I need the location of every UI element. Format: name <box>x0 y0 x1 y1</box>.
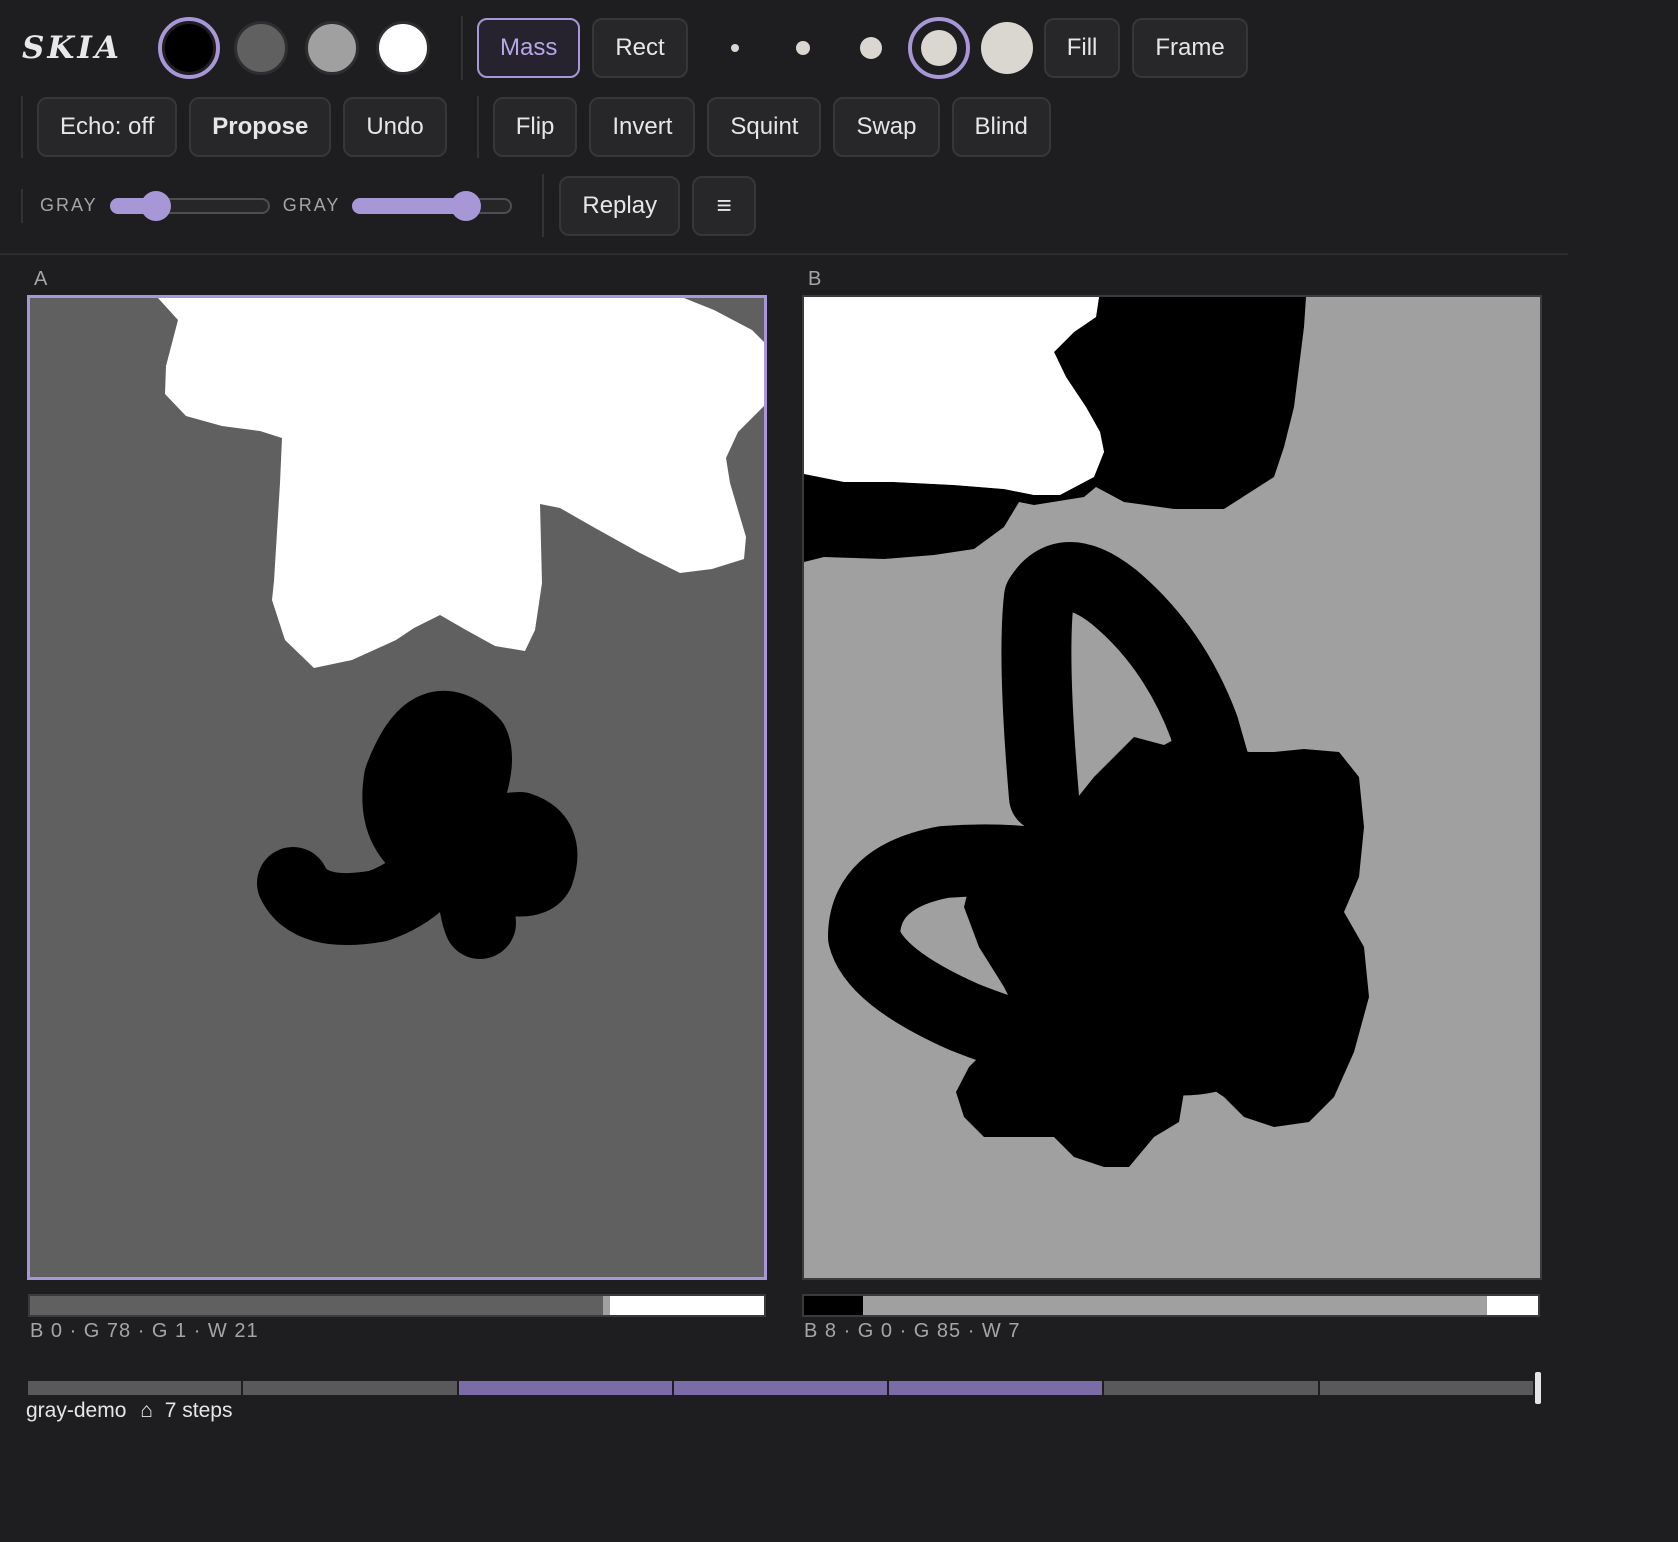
bar-segment-light-gray <box>602 1296 610 1315</box>
gray-slider-2[interactable] <box>352 190 513 221</box>
brush-dot-icon <box>795 41 810 55</box>
frame-button[interactable]: Frame <box>1132 18 1248 78</box>
undo-button[interactable]: Undo <box>343 97 447 157</box>
swatch-white[interactable] <box>376 21 430 75</box>
panel-b-stats: B 8 · G 0 · G 85 · W 7 <box>804 1320 1021 1342</box>
toolbar-divider <box>21 96 23 158</box>
panel-b-label: B <box>808 268 822 290</box>
slider-2-label: GRAY <box>282 195 341 215</box>
menu-button[interactable]: ≡ <box>692 175 757 236</box>
canvas-b[interactable] <box>802 295 1542 1280</box>
toolbar-divider <box>542 174 545 237</box>
panel-a-label: A <box>34 268 48 290</box>
toolbar: SKIA Mass Rect Fill Frame Echo: off Prop… <box>0 0 1568 255</box>
slider-fill <box>352 197 466 214</box>
brush-size-4[interactable] <box>907 17 970 79</box>
invert-button[interactable]: Invert <box>589 97 696 157</box>
app-logo: SKIA <box>22 30 122 66</box>
toolbar-row-3: GRAY GRAY Replay ≡ <box>0 174 768 237</box>
propose-button[interactable]: Propose <box>189 97 332 157</box>
rect-tool-button[interactable]: Rect <box>592 18 688 78</box>
slider-thumb[interactable] <box>141 190 172 221</box>
canvas-a-drawing <box>30 298 764 1277</box>
brush-dot-icon <box>980 22 1033 74</box>
bar-segment-white <box>609 1296 764 1315</box>
timeline-step[interactable] <box>673 1381 888 1395</box>
slider-1-label: GRAY <box>40 195 98 215</box>
brush-size-5[interactable] <box>976 17 1038 79</box>
brush-dot-icon <box>730 44 739 52</box>
toolbar-divider <box>461 16 463 80</box>
blind-button[interactable]: Blind <box>951 97 1051 157</box>
panel-a-stats: B 0 · G 78 · G 1 · W 21 <box>30 1320 259 1342</box>
timeline-step[interactable] <box>889 1381 1103 1395</box>
canvas-b-drawing <box>804 297 1540 1278</box>
timeline-step[interactable] <box>28 1381 242 1395</box>
flip-button[interactable]: Flip <box>492 97 578 157</box>
toolbar-row-1: SKIA Mass Rect Fill Frame <box>0 16 1260 80</box>
brush-dot-icon <box>859 37 882 59</box>
brush-dot-icon <box>920 30 957 66</box>
brush-size-2[interactable] <box>772 17 834 79</box>
distribution-bar-b <box>802 1294 1540 1317</box>
brush-size-3[interactable] <box>840 17 902 79</box>
swatch-black[interactable] <box>158 17 220 79</box>
brush-size-1[interactable] <box>704 17 766 79</box>
bar-segment-white <box>1486 1296 1538 1315</box>
bar-segment-light-gray <box>862 1296 1487 1315</box>
toolbar-divider <box>21 188 23 223</box>
timeline-step[interactable] <box>243 1381 457 1395</box>
fill-button[interactable]: Fill <box>1043 18 1121 78</box>
timeline-step[interactable] <box>1104 1381 1318 1395</box>
white-mass <box>804 297 1104 495</box>
timeline-step[interactable] <box>458 1381 672 1395</box>
menu-icon: ≡ <box>716 190 732 220</box>
toolbar-row-2: Echo: off Propose Undo Flip Invert Squin… <box>0 96 1063 158</box>
swatch-light-gray[interactable] <box>305 21 359 75</box>
echo-toggle-button[interactable]: Echo: off <box>37 97 178 157</box>
squint-button[interactable]: Squint <box>707 97 822 157</box>
bar-segment-black <box>804 1296 863 1315</box>
mass-tool-button[interactable]: Mass <box>477 18 581 78</box>
swap-button[interactable]: Swap <box>833 97 940 157</box>
replay-button[interactable]: Replay <box>559 175 681 236</box>
step-timeline[interactable] <box>28 1372 1541 1404</box>
swatch-dark-gray[interactable] <box>234 21 288 75</box>
slider-thumb[interactable] <box>450 190 481 221</box>
timeline-step[interactable] <box>1319 1381 1533 1395</box>
distribution-bar-a <box>28 1294 766 1317</box>
toolbar-divider <box>476 96 479 158</box>
home-icon[interactable]: ⌂ <box>140 1399 153 1422</box>
timeline-scrubber[interactable] <box>1535 1372 1541 1404</box>
step-count: 7 steps <box>164 1399 233 1422</box>
project-name: gray-demo <box>26 1399 127 1422</box>
bar-segment-dark-gray <box>30 1296 603 1315</box>
gray-slider-1[interactable] <box>109 190 270 221</box>
canvas-a[interactable] <box>27 295 767 1280</box>
footer: gray-demo ⌂ 7 steps <box>26 1399 232 1423</box>
